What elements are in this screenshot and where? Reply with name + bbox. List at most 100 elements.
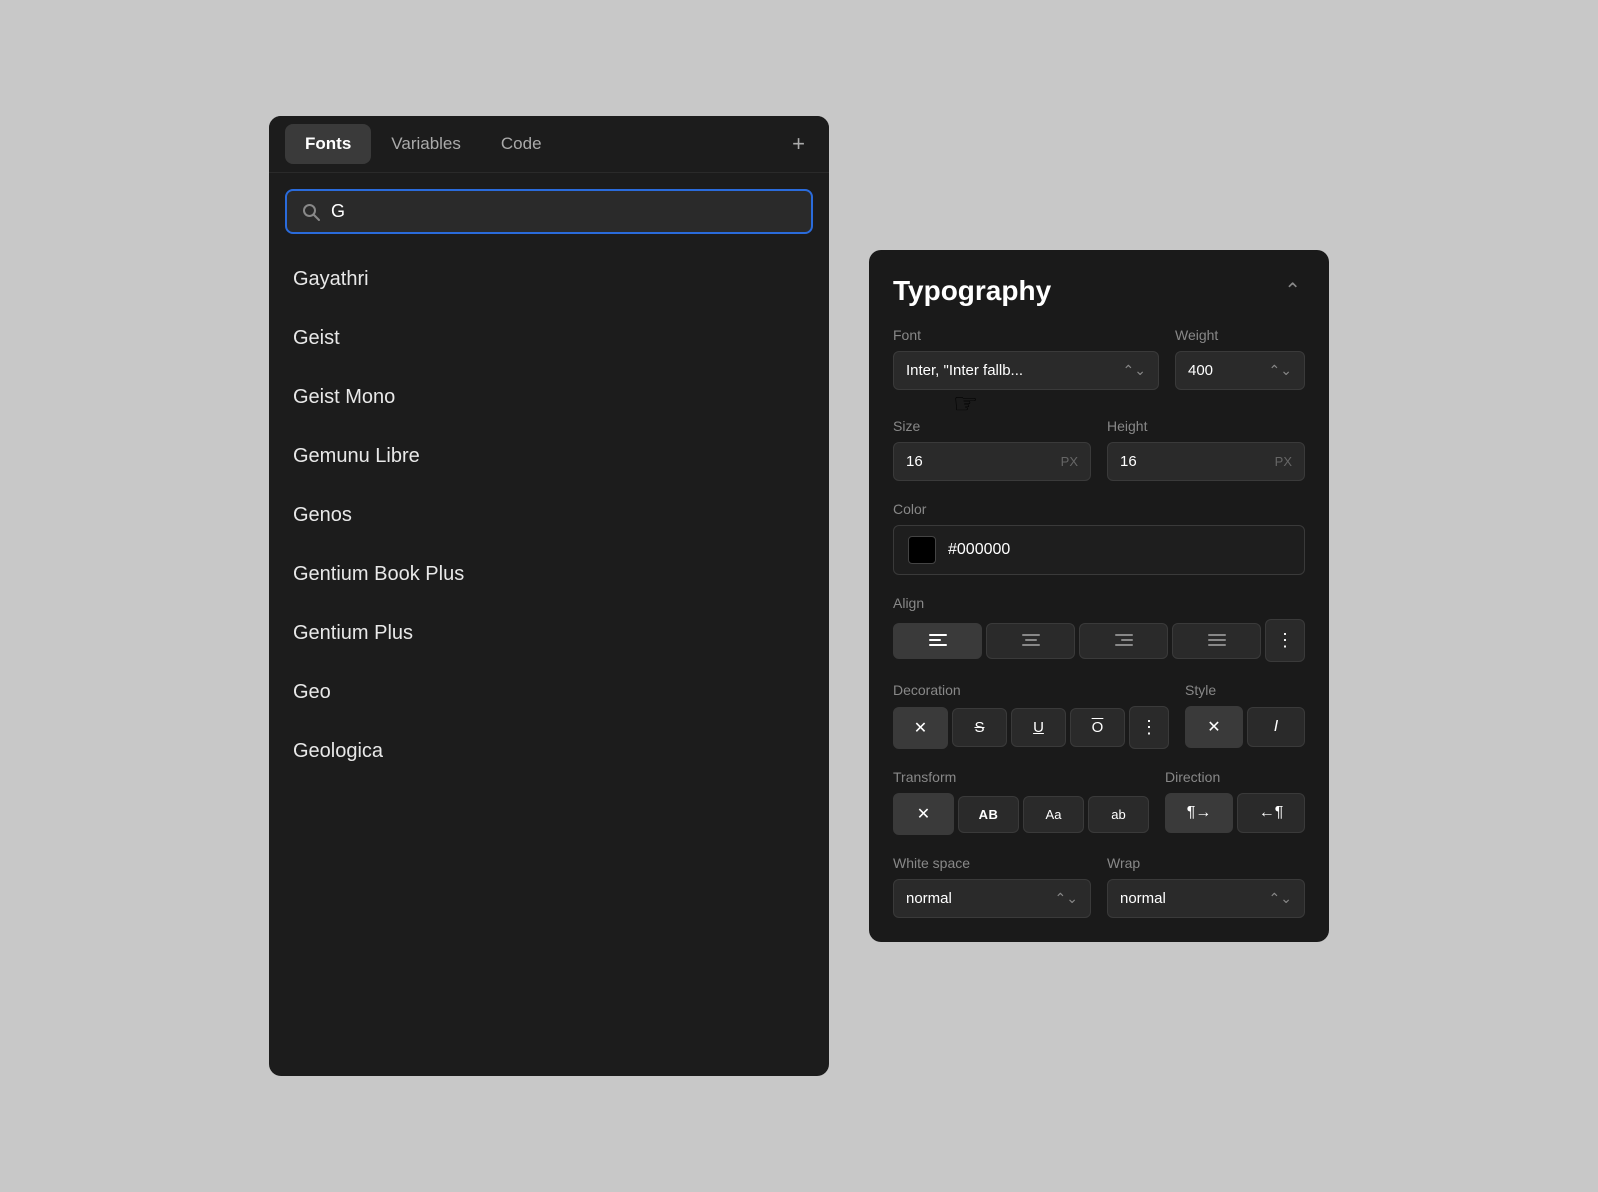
- wrap-select[interactable]: normal ⌃⌄: [1107, 879, 1305, 918]
- height-unit: PX: [1275, 454, 1292, 469]
- weight-label: Weight: [1175, 327, 1305, 343]
- transform-uppercase-button[interactable]: AB: [958, 796, 1019, 833]
- weight-value: 400: [1188, 362, 1213, 379]
- list-item[interactable]: Geist Mono: [269, 368, 829, 427]
- direction-label: Direction: [1165, 769, 1305, 785]
- whitespace-spinner-icon: ⌃⌄: [1055, 890, 1078, 907]
- list-item[interactable]: Gayathri: [269, 250, 829, 309]
- color-swatch[interactable]: [908, 536, 936, 564]
- wrap-value: normal: [1120, 890, 1166, 907]
- font-label: Font: [893, 327, 1159, 343]
- size-input[interactable]: 16 PX: [893, 442, 1091, 481]
- typography-panel: Typography ⌃ Font Inter, "Inter fallb...…: [869, 250, 1329, 942]
- size-height-row: Size 16 PX Height 16 PX: [893, 418, 1305, 481]
- transform-none-button[interactable]: ✕: [893, 793, 954, 835]
- align-section: Align: [893, 595, 1305, 662]
- color-label: Color: [893, 501, 1305, 517]
- transform-buttons: ✕ AB Aa ab: [893, 793, 1149, 835]
- collapse-button[interactable]: ⌃: [1280, 274, 1305, 307]
- font-list: Gayathri Geist Geist Mono Gemunu Libre G…: [269, 242, 829, 789]
- transform-capitalize-button[interactable]: Aa: [1023, 796, 1084, 833]
- direction-buttons: ¶→ ←¶: [1165, 793, 1305, 833]
- align-justify-icon: [1208, 634, 1226, 648]
- align-justify-button[interactable]: [1172, 623, 1261, 659]
- direction-rtl-button[interactable]: ←¶: [1237, 793, 1305, 833]
- align-left-icon: [929, 634, 947, 648]
- search-box: [285, 189, 813, 234]
- align-center-icon: [1022, 634, 1040, 648]
- whitespace-value: normal: [906, 890, 952, 907]
- decoration-buttons: ✕ S U O ⋮: [893, 706, 1169, 749]
- list-item[interactable]: Genos: [269, 486, 829, 545]
- font-selector[interactable]: Inter, "Inter fallb... ⌃⌄: [893, 351, 1159, 390]
- decoration-none-button[interactable]: ✕: [893, 707, 948, 749]
- transform-lowercase-button[interactable]: ab: [1088, 796, 1149, 833]
- transform-label: Transform: [893, 769, 1149, 785]
- color-value: #000000: [948, 541, 1010, 559]
- direction-col: Direction ¶→ ←¶: [1165, 769, 1305, 835]
- panel-header: Typography ⌃: [893, 274, 1305, 307]
- weight-selector[interactable]: 400 ⌃⌄: [1175, 351, 1305, 390]
- height-value: 16: [1120, 453, 1137, 470]
- decoration-strikethrough-button[interactable]: S: [952, 708, 1007, 747]
- color-section: Color #000000: [893, 501, 1305, 575]
- decoration-underline-button[interactable]: U: [1011, 708, 1066, 747]
- list-item[interactable]: Gemunu Libre: [269, 427, 829, 486]
- wrap-label: Wrap: [1107, 855, 1305, 871]
- fonts-panel: Fonts Variables Code + Gayathri Geist Ge…: [269, 116, 829, 1076]
- decoration-style-row: Decoration ✕ S U O ⋮ Style ✕ I: [893, 682, 1305, 749]
- weight-col: Weight 400 ⌃⌄: [1175, 327, 1305, 390]
- transform-direction-row: Transform ✕ AB Aa ab Direction ¶→ ←¶: [893, 769, 1305, 835]
- font-spinner-icon: ⌃⌄: [1123, 362, 1146, 379]
- transform-col: Transform ✕ AB Aa ab: [893, 769, 1149, 835]
- size-unit: PX: [1061, 454, 1078, 469]
- style-none-button[interactable]: ✕: [1185, 706, 1243, 748]
- fonts-tabs: Fonts Variables Code +: [269, 116, 829, 173]
- search-input[interactable]: [331, 201, 797, 222]
- list-item[interactable]: Geist: [269, 309, 829, 368]
- style-buttons: ✕ I: [1185, 706, 1305, 748]
- size-label: Size: [893, 418, 1091, 434]
- tab-variables[interactable]: Variables: [371, 124, 481, 164]
- font-col: Font Inter, "Inter fallb... ⌃⌄ ☞: [893, 327, 1159, 390]
- search-icon: [301, 202, 321, 222]
- font-value: Inter, "Inter fallb...: [906, 362, 1123, 379]
- font-selector-wrapper: Inter, "Inter fallb... ⌃⌄ ☞: [893, 351, 1159, 390]
- style-italic-button[interactable]: I: [1247, 707, 1305, 747]
- decoration-label: Decoration: [893, 682, 1169, 698]
- list-item[interactable]: Geo: [269, 663, 829, 722]
- decoration-overline-button[interactable]: O: [1070, 708, 1125, 747]
- wrap-col: Wrap normal ⌃⌄: [1107, 855, 1305, 918]
- height-label: Height: [1107, 418, 1305, 434]
- cursor-icon: ☞: [953, 387, 978, 420]
- font-weight-row: Font Inter, "Inter fallb... ⌃⌄ ☞ Weight …: [893, 327, 1305, 390]
- whitespace-label: White space: [893, 855, 1091, 871]
- whitespace-select[interactable]: normal ⌃⌄: [893, 879, 1091, 918]
- align-right-icon: [1115, 634, 1133, 648]
- panel-title: Typography: [893, 275, 1051, 307]
- list-item[interactable]: Geologica: [269, 722, 829, 781]
- search-container: [269, 173, 829, 242]
- weight-spinner-icon: ⌃⌄: [1269, 362, 1292, 379]
- list-item[interactable]: Gentium Plus: [269, 604, 829, 663]
- tab-code[interactable]: Code: [481, 124, 562, 164]
- height-col: Height 16 PX: [1107, 418, 1305, 481]
- whitespace-wrap-row: White space normal ⌃⌄ Wrap normal ⌃⌄: [893, 855, 1305, 918]
- style-col: Style ✕ I: [1185, 682, 1305, 749]
- align-buttons: ⋮: [893, 619, 1305, 662]
- decoration-col: Decoration ✕ S U O ⋮: [893, 682, 1169, 749]
- whitespace-col: White space normal ⌃⌄: [893, 855, 1091, 918]
- align-right-button[interactable]: [1079, 623, 1168, 659]
- tab-fonts[interactable]: Fonts: [285, 124, 371, 164]
- list-item[interactable]: Gentium Book Plus: [269, 545, 829, 604]
- add-tab-button[interactable]: +: [784, 127, 813, 161]
- align-left-button[interactable]: [893, 623, 982, 659]
- style-label: Style: [1185, 682, 1305, 698]
- color-input[interactable]: #000000: [893, 525, 1305, 575]
- wrap-spinner-icon: ⌃⌄: [1269, 890, 1292, 907]
- height-input[interactable]: 16 PX: [1107, 442, 1305, 481]
- align-center-button[interactable]: [986, 623, 1075, 659]
- decoration-more-button[interactable]: ⋮: [1129, 706, 1169, 749]
- align-more-button[interactable]: ⋮: [1265, 619, 1305, 662]
- direction-ltr-button[interactable]: ¶→: [1165, 793, 1233, 833]
